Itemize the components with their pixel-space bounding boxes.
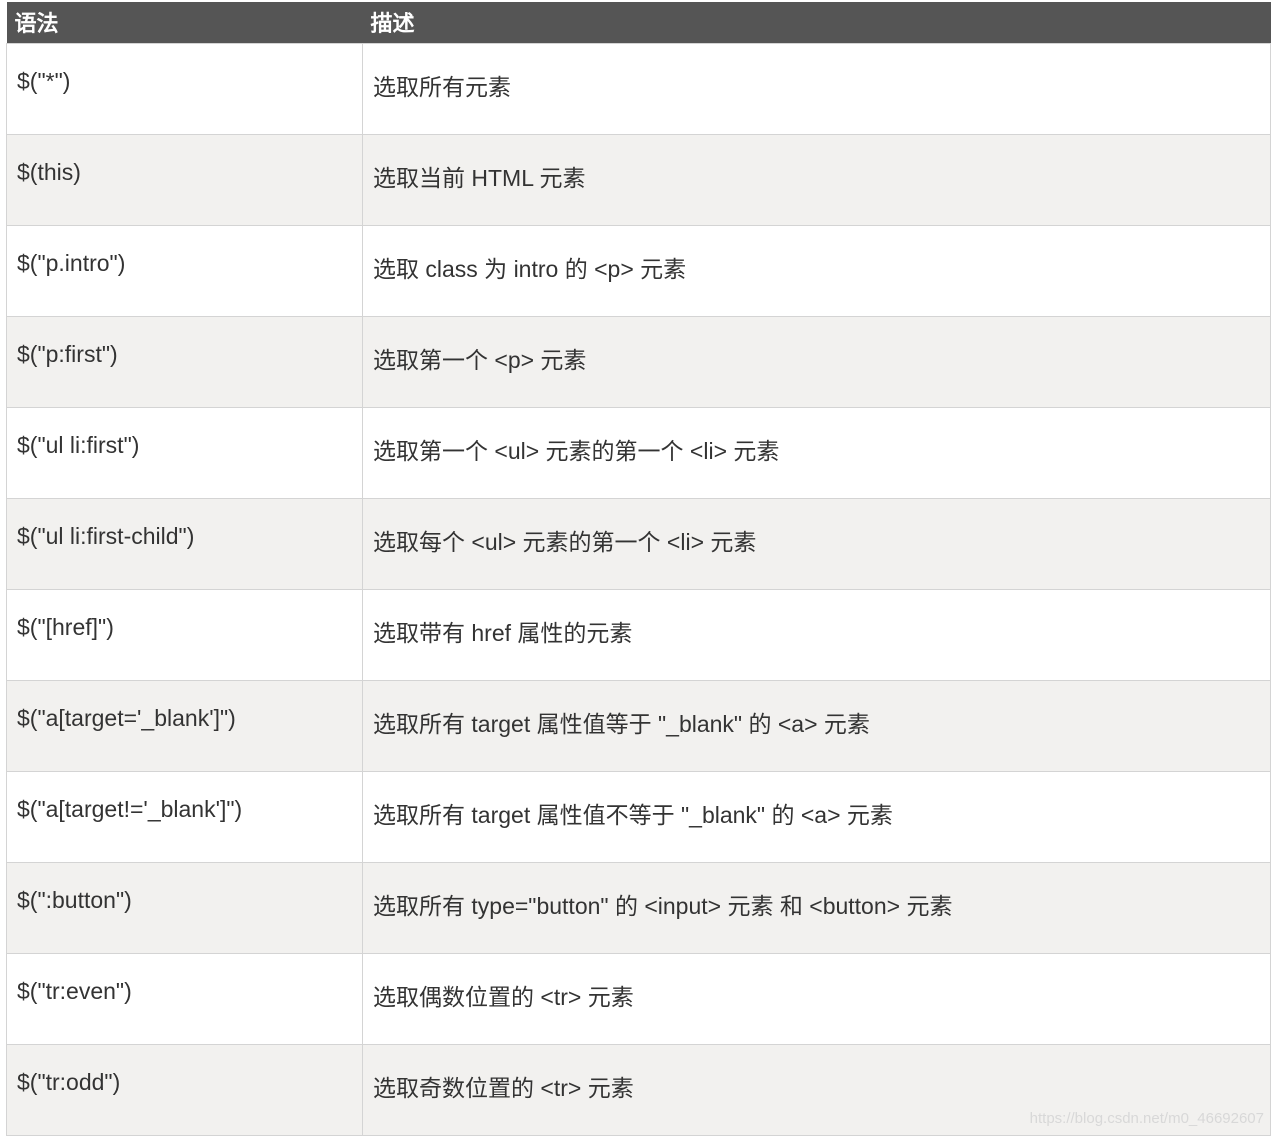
table-row: $("p.intro") 选取 class 为 intro 的 <p> 元素 [6,224,1271,317]
syntax-cell: $("tr:odd") [6,1043,363,1136]
description-cell: 选取偶数位置的 <tr> 元素 [362,952,1271,1045]
selector-table: 语法 描述 $("*") 选取所有元素 $(this) 选取当前 HTML 元素… [6,2,1271,1136]
syntax-cell: $("a[target!='_blank']") [6,770,363,863]
header-row: 语法 描述 [6,2,1271,43]
description-cell: 选取当前 HTML 元素 [362,133,1271,226]
syntax-cell: $("p:first") [6,315,363,408]
syntax-cell: $("[href]") [6,588,363,681]
description-cell: 选取带有 href 属性的元素 [362,588,1271,681]
syntax-cell: $(":button") [6,861,363,954]
description-cell: 选取第一个 <ul> 元素的第一个 <li> 元素 [362,406,1271,499]
description-cell: 选取每个 <ul> 元素的第一个 <li> 元素 [362,497,1271,590]
header-syntax: 语法 [14,11,59,37]
syntax-cell: $("tr:even") [6,952,363,1045]
description-cell: 选取所有元素 [362,42,1271,135]
table-row: $(":button") 选取所有 type="button" 的 <input… [6,861,1271,954]
table-row: $("a[target!='_blank']") 选取所有 target 属性值… [6,770,1271,863]
table-row: $("ul li:first-child") 选取每个 <ul> 元素的第一个 … [6,497,1271,590]
table-row: $("[href]") 选取带有 href 属性的元素 [6,588,1271,681]
syntax-cell: $("a[target='_blank']") [6,679,363,772]
description-cell: 选取 class 为 intro 的 <p> 元素 [362,224,1271,317]
syntax-cell: $(this) [6,133,363,226]
description-cell: 选取第一个 <p> 元素 [362,315,1271,408]
syntax-cell: $("*") [6,42,363,135]
table-body: $("*") 选取所有元素 $(this) 选取当前 HTML 元素 $("p.… [6,42,1271,1136]
table-row: $("p:first") 选取第一个 <p> 元素 [6,315,1271,408]
description-cell: 选取所有 target 属性值不等于 "_blank" 的 <a> 元素 [362,770,1271,863]
table-header: 语法 描述 [6,2,1271,43]
table-row: $(this) 选取当前 HTML 元素 [6,133,1271,226]
description-cell: 选取所有 target 属性值等于 "_blank" 的 <a> 元素 [362,679,1271,772]
table-row: $("*") 选取所有元素 [6,42,1271,135]
table-row: $("ul li:first") 选取第一个 <ul> 元素的第一个 <li> … [6,406,1271,499]
syntax-cell: $("p.intro") [6,224,363,317]
description-cell: 选取所有 type="button" 的 <input> 元素 和 <butto… [362,861,1271,954]
table-row: $("a[target='_blank']") 选取所有 target 属性值等… [6,679,1271,772]
syntax-cell: $("ul li:first") [6,406,363,499]
watermark-text: https://blog.csdn.net/m0_46692607 [1029,1110,1264,1127]
table-row: $("tr:even") 选取偶数位置的 <tr> 元素 [6,952,1271,1045]
header-description: 描述 [370,11,415,37]
syntax-cell: $("ul li:first-child") [6,497,363,590]
selector-table-container: 语法 描述 $("*") 选取所有元素 $(this) 选取当前 HTML 元素… [6,2,1271,1136]
